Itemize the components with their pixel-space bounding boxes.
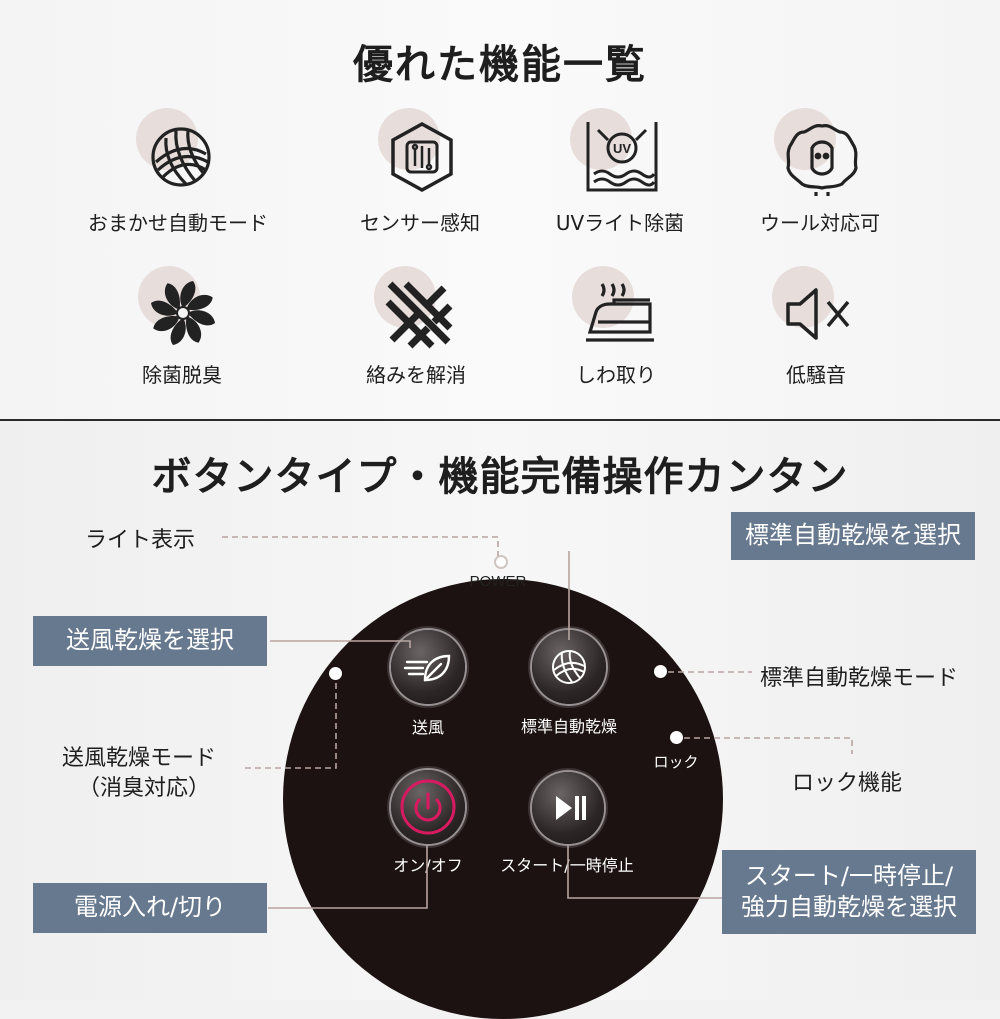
standard-dry-button[interactable] — [532, 630, 606, 704]
mute-speaker-icon — [786, 288, 850, 340]
control-panel-title: ボタンタイプ・機能完備操作カンタン — [151, 453, 849, 500]
select-standard-callout: 標準自動乾燥を選択 — [731, 512, 975, 560]
power-button[interactable] — [391, 770, 465, 844]
air-dry-mode-led — [329, 667, 342, 680]
lock-label: ロック — [653, 753, 699, 771]
feature-deodorize: 除菌脱臭 — [92, 262, 272, 392]
feature-label: 除菌脱臭 — [142, 363, 222, 387]
feature-label: ウール対応可 — [760, 211, 880, 235]
control-panel — [283, 579, 723, 1019]
feature-wool: ウール対応可 — [730, 100, 910, 240]
lock-led — [670, 731, 683, 744]
power-indicator-led — [494, 555, 508, 569]
air-mode-callout-line1: 送風乾燥モード — [62, 746, 217, 771]
light-indicator-callout: ライト表示 — [85, 528, 196, 553]
select-air-callout: 送風乾燥を選択 — [33, 616, 267, 666]
feature-label: 低騒音 — [786, 363, 846, 387]
air-mode-callout-line2: （消臭対応） — [78, 776, 211, 801]
standard-mode-led — [654, 665, 667, 678]
power-switch-callout: 電源入れ/切り — [33, 883, 267, 933]
features-title: 優れた機能一覧 — [353, 41, 647, 88]
start-callout-line1: スタート/一時停止/ — [744, 861, 954, 890]
feature-label: センサー感知 — [360, 211, 480, 235]
uv-light-icon: UV — [586, 122, 658, 192]
start-pause-label: スタート/一時停止 — [500, 856, 634, 875]
feature-label: おまかせ自動モード — [88, 211, 268, 235]
feature-wrinkle: しわ取り — [526, 262, 706, 392]
power-indicator-label: POWER — [469, 573, 527, 590]
feature-label: 絡みを解消 — [366, 363, 466, 387]
wool-yarn-icon — [552, 650, 586, 684]
iron-icon — [586, 283, 654, 342]
untangle-icon — [385, 281, 453, 349]
power-label: オン/オフ — [393, 856, 463, 875]
standard-dry-label: 標準自動乾燥 — [520, 717, 617, 736]
feature-label: UVライト除菌 — [555, 211, 685, 235]
sheep-wool-icon — [786, 124, 858, 196]
start-callout: スタート/一時停止/ 強力自動乾燥を選択 — [722, 850, 976, 934]
feature-auto-mode: おまかせ自動モード — [88, 100, 268, 240]
start-callout-line2: 強力自動乾燥を選択 — [741, 893, 957, 921]
pinwheel-icon — [151, 281, 215, 345]
start-pause-button[interactable] — [532, 772, 604, 844]
leaf-wind-icon — [403, 654, 451, 682]
svg-text:UV: UV — [613, 141, 631, 156]
standard-mode-callout: 標準自動乾燥モード — [760, 666, 959, 691]
power-icon — [400, 779, 456, 835]
lock-callout: ロック機能 — [792, 771, 903, 796]
play-pause-icon — [556, 796, 586, 820]
air-dry-label: 送風 — [411, 718, 444, 737]
feature-sensor: センサー感知 — [330, 100, 510, 240]
feature-low-noise: 低騒音 — [726, 262, 906, 392]
feature-label: しわ取り — [576, 363, 656, 387]
feature-uv: UV UVライト除菌 — [530, 100, 710, 240]
sensor-chip-icon — [391, 122, 453, 192]
feature-untangle: 絡みを解消 — [326, 262, 506, 392]
wool-yarn-icon — [151, 127, 211, 187]
air-dry-button[interactable] — [391, 630, 465, 704]
